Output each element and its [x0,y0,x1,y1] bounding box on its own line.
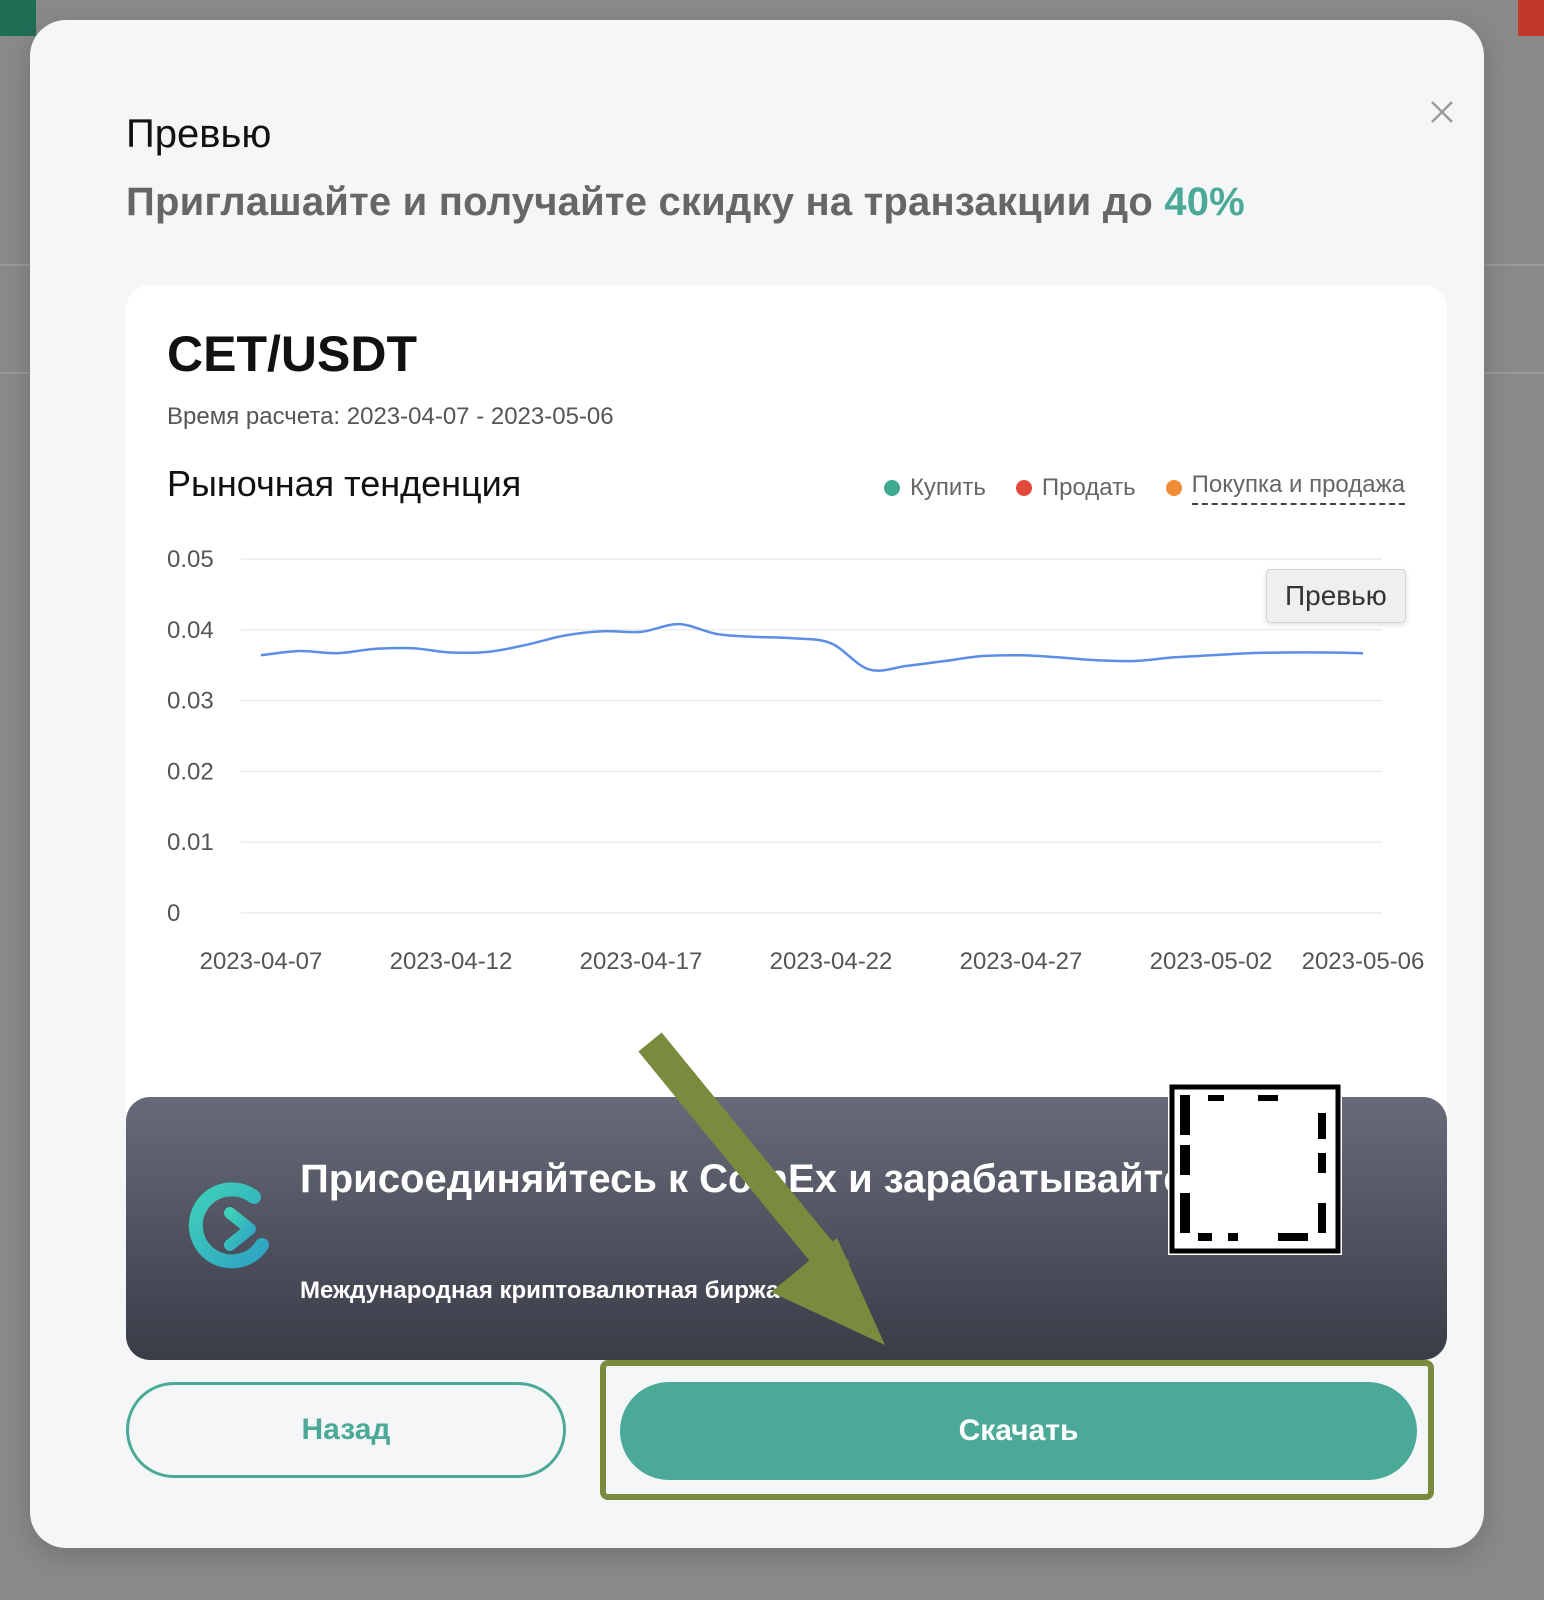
promo-accent: 40% [1164,180,1245,224]
legend-dot-sell [1015,480,1032,496]
promo-main: Приглашайте и получайте скидку на транза… [126,180,1165,224]
promo-banner: Присоединяйтесь к CoinEx и зарабатывайте… [126,1083,1447,1360]
qr-code-icon [1168,1083,1342,1255]
modal-title: Превью [126,112,272,156]
period-value: 2023-04-07 - 2023-05-06 [346,403,614,430]
price-series-line [260,622,1364,672]
preview-modal: Превью Приглашайте и получайте скидку на… [30,20,1484,1548]
y-tick-label: 0 [167,900,180,927]
x-tick-label: 2023-04-17 [580,948,703,975]
y-tick-label: 0.01 [167,829,214,856]
period-label: Время расчета: [167,403,347,430]
legend-label: Продать [1041,474,1136,501]
y-tick-label: 0.03 [167,688,214,715]
download-button[interactable]: Скачать [620,1382,1417,1480]
y-tick-label: 0.05 [167,546,214,573]
y-tick-label: 0.04 [167,617,214,644]
close-icon[interactable] [1424,94,1460,130]
x-tick-label: 2023-04-12 [390,948,513,975]
preview-tooltip: Превью [1266,569,1406,623]
coinex-logo-icon [188,1182,269,1269]
y-tick-label: 0.02 [167,758,214,785]
legend-dot-buy-sell [1165,480,1182,496]
market-trend-title: Рыночная тенденция [167,463,522,504]
share-card: CET/USDT Время расчета: 2023-04-07 - 202… [126,285,1447,1360]
x-tick-label: 2023-05-02 [1150,948,1273,975]
banner-subtitle: Международная криптовалютная биржа [300,1277,780,1304]
legend-label: Покупка и продажа [1191,471,1405,505]
x-tick-label: 2023-04-27 [960,948,1083,975]
promo-text: Приглашайте и получайте скидку на транза… [126,180,1245,225]
pair-title: CET/USDT [167,326,417,382]
legend-label: Купить [909,474,986,501]
legend-item-sell[interactable]: Продать [1015,471,1136,505]
x-tick-label: 2023-05-06 [1302,948,1425,975]
x-tick-label: 2023-04-07 [200,948,323,975]
chart-legend: Купить Продать Покупка и продажа [883,471,1405,505]
legend-dot-buy [883,480,900,496]
legend-item-buy[interactable]: Купить [883,471,986,505]
calculation-period: Время расчета: 2023-04-07 - 2023-05-06 [167,403,614,431]
legend-item-buy-sell[interactable]: Покупка и продажа [1165,471,1405,505]
x-tick-label: 2023-04-22 [770,948,893,975]
background-right-accent [1518,0,1544,36]
background-left-accent [0,0,36,36]
back-button[interactable]: Назад [126,1382,566,1478]
